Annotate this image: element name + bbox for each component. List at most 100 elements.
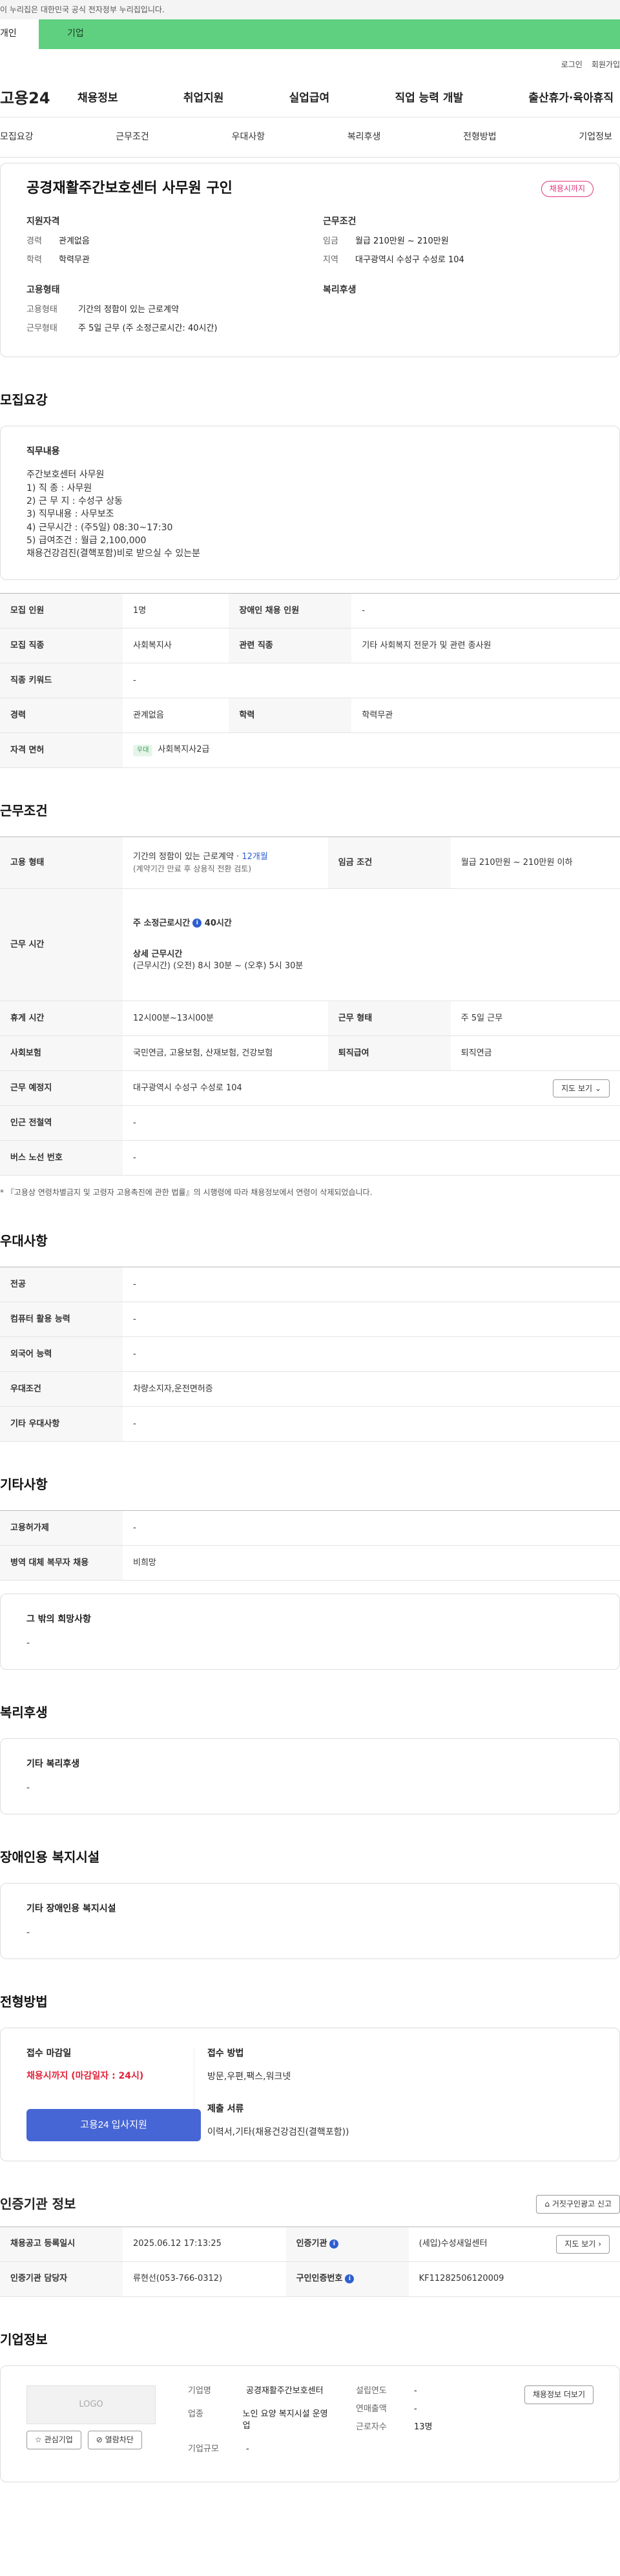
corp-logo: LOGO — [26, 2385, 156, 2424]
label: 경력 — [0, 698, 123, 734]
label: 임금 조건 — [327, 836, 451, 889]
duty-text: 주간보호센터 사무원 1) 직 종 : 사무원 2) 근 무 지 : 수성구 상… — [26, 470, 200, 559]
value: - — [414, 2404, 417, 2415]
qual-heading: 지원자격 — [26, 216, 60, 227]
recruit-title: 모집요강 — [0, 391, 48, 408]
duty-heading: 직무내용 — [26, 446, 60, 457]
tab-person[interactable]: 개인 — [0, 19, 39, 49]
place-cell: 대구광역시 수성구 수성로 104 지도 보기 ⌄ — [123, 1070, 620, 1106]
label: 학력 — [26, 254, 42, 265]
welfare-title: 복리후생 — [0, 1705, 48, 1721]
docs-heading: 제출 서류 — [207, 2103, 244, 2114]
chevron-right-icon: › — [598, 2239, 601, 2249]
info-icon[interactable]: i — [345, 2274, 355, 2283]
megaphone-icon: ⌂ — [544, 2199, 550, 2209]
table-row: 병역 대체 복무자 채용 비희망 — [0, 1545, 620, 1581]
label: 관련 직종 — [229, 628, 352, 664]
gnb-item-support[interactable]: 취업지원 — [183, 91, 224, 107]
table-row: 고용 형태 기간의 정함이 있는 근로계약 · 12개월 (계약기간 만료 후 상용… — [0, 836, 620, 889]
label: 우대조건 — [0, 1371, 123, 1407]
label: 기업규모 — [188, 2444, 219, 2455]
facility-box: 기타 장애인용 복지시설 - — [0, 1882, 620, 1959]
table-row: 모집 인원 1명 장애인 채용 인원 - — [0, 593, 620, 629]
table-row: 고용허가제 - — [0, 1510, 620, 1546]
label: 모집 직종 — [0, 628, 123, 664]
section-nav: 모집요강 근무조건 우대사항 복리후생 전형방법 기업정보 — [0, 118, 620, 158]
value: - — [123, 1105, 620, 1141]
map-button-label: 지도 보기 — [564, 2239, 596, 2249]
table-row: 컴퓨터 활용 능력 - — [0, 1302, 620, 1338]
value: 월급 210만원 ~ 210만원 — [355, 236, 449, 247]
fav-button[interactable]: ☆ 관심기업 — [26, 2430, 81, 2449]
value: 관계없음 — [123, 698, 229, 734]
table-row: 모집 직종 사회복지사 관련 직종 기타 사회복지 전문가 및 관련 종사원 — [0, 628, 620, 664]
label: 근로자수 — [356, 2422, 387, 2433]
selection-title: 전형방법 — [0, 1993, 48, 2010]
tab-corp[interactable]: 기업 — [39, 19, 620, 49]
value: 관계없음 — [59, 236, 90, 247]
label: 인근 전철역 — [0, 1105, 123, 1141]
recruit-table: 모집 인원 1명 장애인 채용 인원 - 모집 직종 사회복지사 관련 직종 기타 사회복지… — [0, 593, 620, 769]
value: 퇴직연금 — [450, 1035, 620, 1072]
subnav-recruit[interactable]: 모집요강 — [0, 131, 34, 144]
time-detail-heading: 상세 근무시간 — [133, 949, 183, 959]
label: 근무형태 — [26, 323, 57, 333]
job-summary-card: 공경재활주간보호센터 사무원 구인 채용시까지 지원자격 경력 관계없음 학력 학력… — [0, 163, 620, 357]
value: - — [123, 1406, 620, 1442]
subnav-welfare[interactable]: 복리후생 — [347, 131, 381, 144]
value: 학력무관 — [59, 254, 90, 265]
map-button[interactable]: 지도 보기 ⌄ — [553, 1079, 610, 1098]
method-heading: 접수 방법 — [207, 2048, 244, 2059]
value: 학력무관 — [351, 698, 620, 734]
gnb-item-benefit[interactable]: 실업급여 — [289, 91, 330, 107]
work-title: 근무조건 — [0, 803, 48, 819]
join-link[interactable]: 회원가입 — [592, 59, 620, 70]
label: 퇴직급여 — [327, 1035, 451, 1072]
more-jobs-button[interactable]: 채용정보 더보기 — [524, 2385, 594, 2404]
gnb-item-leave[interactable]: 출산휴가·육아휴직 — [528, 91, 614, 107]
other-title: 기타사항 — [0, 1477, 48, 1493]
value: - — [414, 2385, 417, 2396]
table-row: 우대조건 차량소지자,운전면허증 — [0, 1371, 620, 1407]
label: 설립연도 — [356, 2385, 387, 2396]
value: 주 5일 근무 (주 소정근로시간: 40시간) — [78, 323, 218, 333]
site-logo[interactable]: 고용24 — [0, 88, 78, 110]
value: - — [123, 663, 620, 699]
table-row: 휴게 시간 12시00분~13시00분 근무 형태 주 5일 근무 — [0, 1001, 620, 1037]
subnav-selection[interactable]: 전형방법 — [463, 131, 497, 144]
subnav-work[interactable]: 근무조건 — [116, 131, 149, 144]
label: 고용 형태 — [0, 836, 123, 889]
label: 학력 — [229, 698, 352, 734]
map-button[interactable]: 지도 보기 › — [556, 2234, 610, 2254]
label: 인증기관 담당자 — [0, 2261, 123, 2297]
subnav-corp[interactable]: 기업정보 — [579, 131, 612, 144]
block-button[interactable]: ⊘ 열람차단 — [87, 2430, 142, 2449]
label: 병역 대체 복무자 채용 — [0, 1545, 123, 1581]
subnav-pref[interactable]: 우대사항 — [232, 131, 265, 144]
label: 경력 — [26, 236, 42, 247]
info-icon[interactable]: i — [329, 2239, 339, 2249]
cond-heading: 근무조건 — [323, 216, 356, 227]
label-cell: 인증기관 i — [285, 2227, 409, 2262]
job-title: 공경재활주간보호센터 사무원 구인 — [26, 180, 232, 196]
report-button[interactable]: ⌂ 거짓구인광고 신고 — [536, 2195, 620, 2214]
gnb-item-training[interactable]: 직업 능력 개발 — [395, 91, 463, 107]
wish-value: - — [26, 1637, 30, 1648]
info-icon[interactable]: i — [192, 919, 202, 928]
value: 2025.06.12 17:13:25 — [123, 2227, 286, 2262]
table-row: 사회보험 국민연금, 고용보험, 산재보험, 건강보험 퇴직급여 퇴직연금 — [0, 1035, 620, 1072]
login-link[interactable]: 로그인 — [561, 59, 583, 70]
apply-button[interactable]: 고용24 입사지원 — [26, 2109, 201, 2142]
value: 13명 — [414, 2422, 433, 2433]
label: 업종 — [188, 2409, 203, 2420]
label: 전공 — [0, 1267, 123, 1303]
pref-tag: 우대 — [133, 745, 153, 757]
value: KF11282506120009 — [408, 2261, 620, 2297]
chevron-down-icon: ⌄ — [594, 1083, 601, 1093]
label: 사회보험 — [0, 1035, 123, 1072]
gnb-item-jobs[interactable]: 채용정보 — [78, 91, 118, 107]
table-row: 전공 - — [0, 1267, 620, 1303]
label: 구인인증번호 — [296, 2274, 343, 2284]
corp-box: LOGO ☆ 관심기업 ⊘ 열람차단 기업명 공경재활주간보호센터 업종 노인 요양… — [0, 2365, 620, 2482]
value: 사회복지사2급 — [158, 745, 210, 755]
